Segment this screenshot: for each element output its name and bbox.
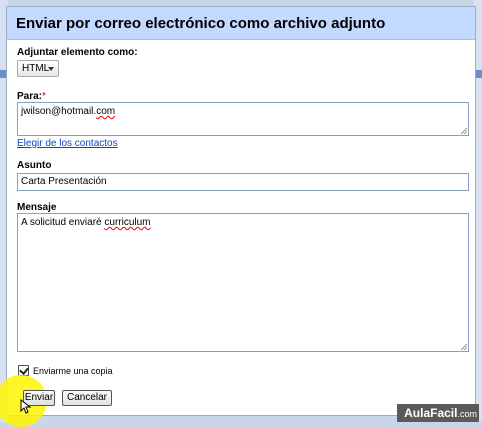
attach-as-label: Adjuntar elemento como:	[17, 47, 138, 58]
to-value-prefix: jwilson@hotmail.	[21, 106, 97, 117]
required-mark: *	[42, 91, 46, 102]
cancel-button[interactable]: Cancelar	[62, 390, 112, 406]
checkmark-icon	[19, 365, 29, 375]
chevron-down-icon	[48, 67, 54, 71]
subject-value: Carta Presentación	[21, 176, 107, 187]
attach-format-select[interactable]: HTML	[17, 60, 59, 77]
dialog-titlebar[interactable]: Enviar por correo electrónico como archi…	[7, 7, 475, 40]
send-copy-label: Enviarme una copia	[33, 366, 113, 376]
to-value-suffix: com	[96, 106, 116, 117]
background-accent-right	[476, 70, 482, 78]
subject-field[interactable]: Carta Presentación	[17, 173, 469, 191]
message-label: Mensaje	[17, 202, 57, 213]
dialog-title: Enviar por correo electrónico como archi…	[16, 15, 386, 32]
resize-handle-icon[interactable]	[461, 344, 467, 350]
brand-suffix: .com	[457, 409, 477, 419]
to-label: Para:*	[17, 91, 46, 102]
to-field[interactable]: jwilson@hotmail.com	[17, 102, 469, 136]
mouse-pointer-icon	[20, 399, 32, 414]
brand-name: AulaFacil	[404, 406, 458, 420]
message-textarea[interactable]: A solicitud enviaré curriculum	[17, 213, 469, 352]
resize-handle-icon[interactable]	[461, 128, 467, 134]
to-label-text: Para:	[17, 91, 43, 102]
message-value-prefix: A solicitud enviaré	[21, 217, 105, 228]
email-attachment-dialog: Enviar por correo electrónico como archi…	[0, 6, 476, 427]
choose-contacts-link[interactable]: Elegir de los contactos	[17, 138, 118, 149]
subject-label: Asunto	[17, 160, 52, 171]
aulafacil-logo: AulaFacil.com	[397, 404, 479, 422]
attach-format-value: HTML	[22, 63, 50, 74]
message-value-spell: curriculum	[104, 217, 151, 228]
